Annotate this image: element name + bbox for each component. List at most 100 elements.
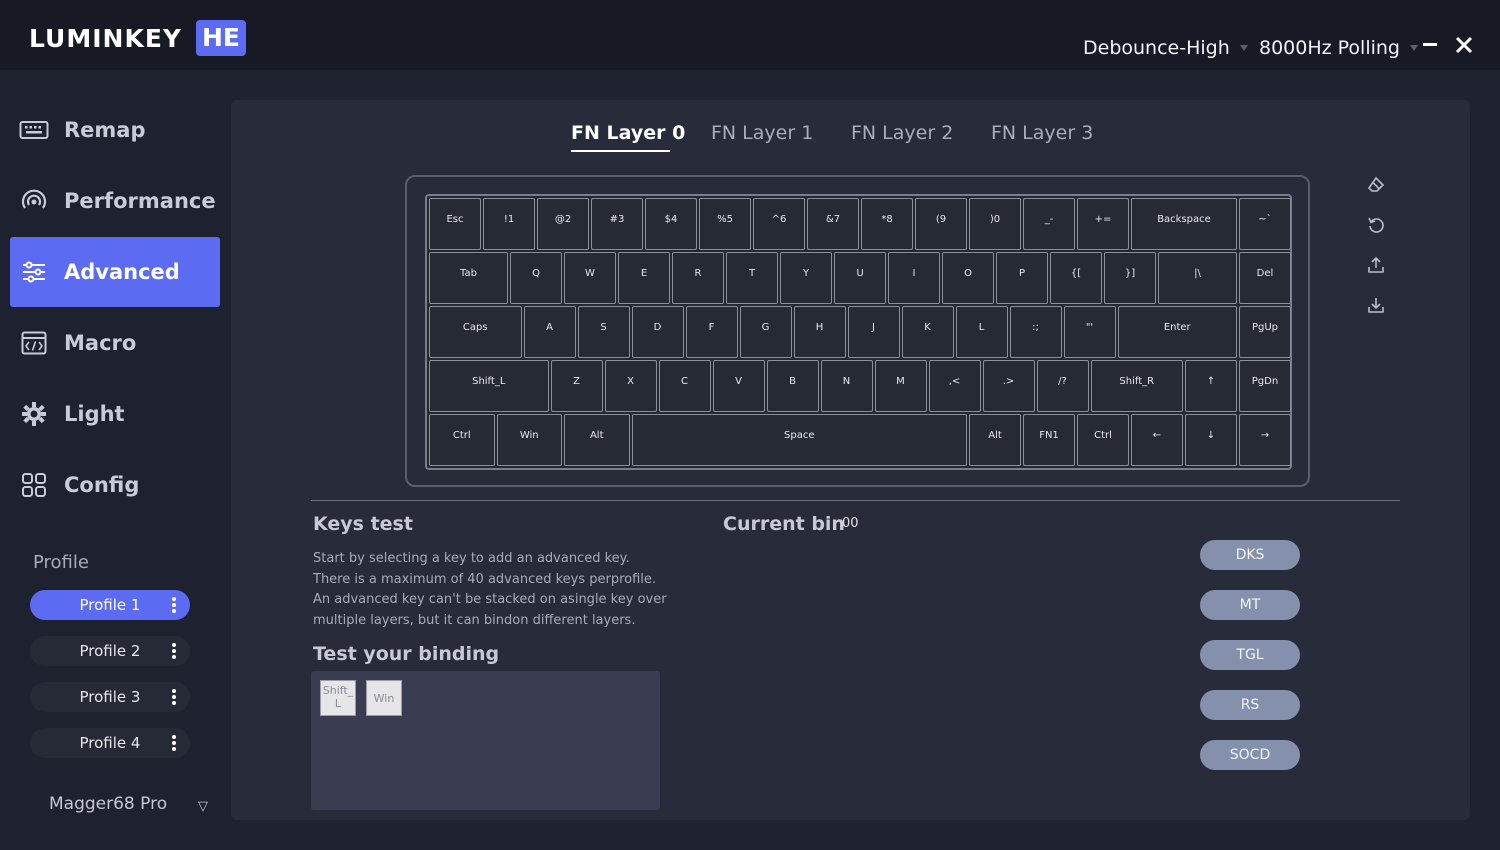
- sidebar-item-config[interactable]: Config: [10, 450, 220, 520]
- sidebar-item-macro[interactable]: Macro: [10, 308, 220, 378]
- sidebar-item-performance[interactable]: Performance: [10, 166, 220, 236]
- reset-button[interactable]: [1366, 215, 1386, 235]
- key[interactable]: "': [1063, 306, 1116, 358]
- key[interactable]: A: [523, 306, 576, 358]
- key[interactable]: R: [672, 252, 724, 304]
- key[interactable]: B: [766, 360, 819, 412]
- key[interactable]: O: [942, 252, 994, 304]
- sidebar-item-advanced[interactable]: Advanced: [10, 237, 220, 307]
- key[interactable]: Z: [550, 360, 603, 412]
- key[interactable]: ↑: [1185, 360, 1237, 412]
- key[interactable]: Enter: [1117, 306, 1237, 358]
- export-button[interactable]: [1366, 255, 1386, 275]
- profile-item[interactable]: Profile 3: [30, 682, 190, 712]
- key[interactable]: PgDn: [1239, 360, 1291, 412]
- key[interactable]: ^6: [753, 198, 805, 250]
- key[interactable]: X: [604, 360, 657, 412]
- more-options-icon[interactable]: [172, 643, 176, 659]
- key[interactable]: Win: [496, 414, 562, 466]
- minimize-button[interactable]: [1418, 30, 1442, 60]
- key[interactable]: Backspace: [1131, 198, 1237, 250]
- device-select[interactable]: Magger68 Pro ▽: [49, 794, 214, 818]
- key[interactable]: &7: [807, 198, 859, 250]
- debounce-select[interactable]: Debounce-High: [1083, 34, 1248, 62]
- profile-item[interactable]: Profile 4: [30, 728, 190, 758]
- sidebar-item-remap[interactable]: Remap: [10, 95, 220, 165]
- key[interactable]: Caps: [429, 306, 522, 358]
- key[interactable]: Shift_R: [1090, 360, 1183, 412]
- tgl-button[interactable]: TGL: [1200, 640, 1300, 670]
- key[interactable]: Space: [631, 414, 967, 466]
- key[interactable]: .>: [982, 360, 1035, 412]
- key[interactable]: !1: [483, 198, 535, 250]
- key[interactable]: J: [847, 306, 900, 358]
- key[interactable]: Alt: [969, 414, 1021, 466]
- key[interactable]: H: [793, 306, 846, 358]
- tab-fn-layer-3[interactable]: FN Layer 3: [991, 122, 1093, 150]
- polling-select[interactable]: 8000Hz Polling: [1259, 34, 1418, 62]
- key[interactable]: Ctrl: [1077, 414, 1129, 466]
- key[interactable]: }]: [1104, 252, 1156, 304]
- key[interactable]: V: [712, 360, 765, 412]
- key[interactable]: Del: [1239, 252, 1291, 304]
- key[interactable]: D: [631, 306, 684, 358]
- key[interactable]: ↓: [1185, 414, 1237, 466]
- key[interactable]: U: [834, 252, 886, 304]
- key[interactable]: Ctrl: [429, 414, 495, 466]
- key[interactable]: :;: [1009, 306, 1062, 358]
- key[interactable]: E: [618, 252, 670, 304]
- key[interactable]: →: [1239, 414, 1291, 466]
- test-binding-area[interactable]: Shift_ L Win: [311, 671, 660, 810]
- key[interactable]: $4: [645, 198, 697, 250]
- mt-button[interactable]: MT: [1200, 590, 1300, 620]
- profile-item[interactable]: Profile 1: [30, 590, 190, 620]
- key[interactable]: L: [955, 306, 1008, 358]
- key[interactable]: )0: [969, 198, 1021, 250]
- key[interactable]: |\: [1158, 252, 1237, 304]
- key[interactable]: N: [820, 360, 873, 412]
- sidebar-item-light[interactable]: Light: [10, 379, 220, 449]
- key[interactable]: Q: [510, 252, 562, 304]
- key[interactable]: /?: [1036, 360, 1089, 412]
- key[interactable]: C: [658, 360, 711, 412]
- key[interactable]: S: [577, 306, 630, 358]
- key[interactable]: Y: [780, 252, 832, 304]
- key[interactable]: *8: [861, 198, 913, 250]
- key[interactable]: K: [901, 306, 954, 358]
- key[interactable]: P: [996, 252, 1048, 304]
- key[interactable]: F: [685, 306, 738, 358]
- key[interactable]: ~`: [1239, 198, 1291, 250]
- key[interactable]: _-: [1023, 198, 1075, 250]
- key[interactable]: @2: [537, 198, 589, 250]
- key[interactable]: I: [888, 252, 940, 304]
- key[interactable]: ←: [1131, 414, 1183, 466]
- key[interactable]: T: [726, 252, 778, 304]
- rs-button[interactable]: RS: [1200, 690, 1300, 720]
- close-button[interactable]: [1452, 30, 1476, 60]
- key[interactable]: +=: [1077, 198, 1129, 250]
- key[interactable]: ,<: [928, 360, 981, 412]
- key[interactable]: (9: [915, 198, 967, 250]
- tab-fn-layer-0[interactable]: FN Layer 0: [571, 122, 685, 152]
- socd-button[interactable]: SOCD: [1200, 740, 1300, 770]
- key[interactable]: Shift_L: [429, 360, 549, 412]
- key[interactable]: %5: [699, 198, 751, 250]
- key[interactable]: PgUp: [1239, 306, 1291, 358]
- key[interactable]: {[: [1050, 252, 1102, 304]
- more-options-icon[interactable]: [172, 597, 176, 613]
- tab-fn-layer-1[interactable]: FN Layer 1: [711, 122, 813, 150]
- import-button[interactable]: [1366, 295, 1386, 315]
- key[interactable]: Alt: [564, 414, 630, 466]
- more-options-icon[interactable]: [172, 735, 176, 751]
- more-options-icon[interactable]: [172, 689, 176, 705]
- key[interactable]: W: [564, 252, 616, 304]
- key[interactable]: #3: [591, 198, 643, 250]
- key[interactable]: Esc: [429, 198, 481, 250]
- profile-item[interactable]: Profile 2: [30, 636, 190, 666]
- key[interactable]: FN1: [1023, 414, 1075, 466]
- key[interactable]: M: [874, 360, 927, 412]
- key[interactable]: G: [739, 306, 792, 358]
- dks-button[interactable]: DKS: [1200, 540, 1300, 570]
- tab-fn-layer-2[interactable]: FN Layer 2: [851, 122, 953, 150]
- key[interactable]: Tab: [429, 252, 508, 304]
